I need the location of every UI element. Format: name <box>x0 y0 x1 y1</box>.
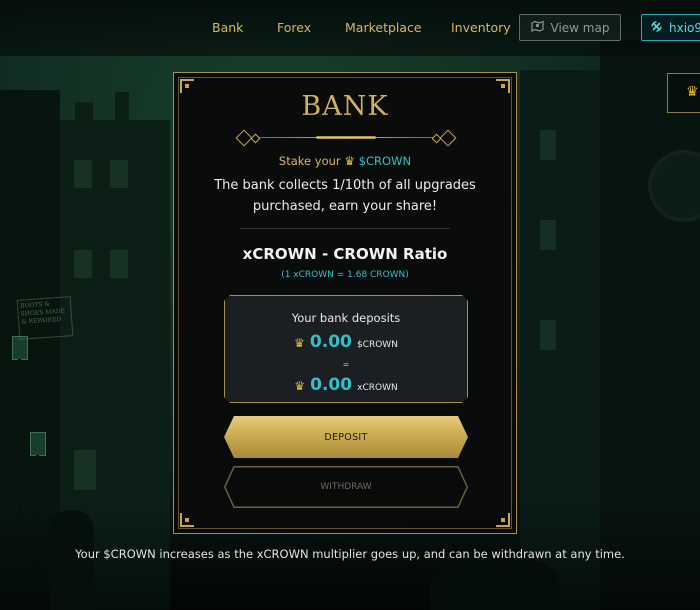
crown-deposit-unit: $CROWN <box>356 340 398 350</box>
side-crown-button[interactable]: ♛ <box>667 73 700 113</box>
map-icon <box>530 20 544 35</box>
xcrown-deposit-amount: 0.00 <box>310 375 353 395</box>
section-divider <box>240 228 450 229</box>
nav-link-bank[interactable]: Bank <box>212 20 243 35</box>
ornament-divider <box>235 129 457 147</box>
nav-link-marketplace[interactable]: Marketplace <box>345 20 422 35</box>
crown-deposit-amount: 0.00 <box>309 332 352 352</box>
street-lamp <box>30 432 46 610</box>
stake-prefix: Stake your <box>278 154 341 168</box>
crown-icon: ♛ <box>294 379 306 393</box>
view-map-button[interactable]: View map <box>519 14 621 41</box>
background-car <box>430 560 560 610</box>
crown-icon: ♛ <box>294 336 305 350</box>
xcrown-deposit-row: ♛ 0.00 xCROWN <box>225 375 467 395</box>
wallet-address: hxio9d <box>669 20 700 35</box>
equals-sign: = <box>342 360 350 369</box>
ratio-value: (1 xCROWN = 1.68 CROWN) <box>281 270 409 280</box>
nav-link-forex[interactable]: Forex <box>277 20 311 35</box>
withdraw-label: WITHDRAW <box>320 482 372 492</box>
crown-icon: ♛ <box>344 154 356 168</box>
wallet-button[interactable]: hxio9d <box>641 14 700 41</box>
bank-title: BANK <box>301 91 389 122</box>
top-navigation-bar: Bank Forex Marketplace Inventory View ma… <box>0 0 700 56</box>
ratio-title: xCROWN - CROWN Ratio <box>242 245 448 263</box>
xcrown-deposit-unit: xCROWN <box>357 383 398 393</box>
wallet-chain-icon <box>650 20 663 36</box>
bank-deposits-box: Your bank deposits ♛ 0.00 $CROWN = ♛ 0.0… <box>224 295 468 403</box>
stake-currency: $CROWN <box>358 154 412 168</box>
nav-link-inventory[interactable]: Inventory <box>451 20 511 35</box>
footer-note: Your $CROWN increases as the xCROWN mult… <box>75 547 625 561</box>
crown-icon: ♛ <box>686 84 699 100</box>
bank-panel: BANK Stake your ♛ $CROWN The bank collec… <box>173 72 517 534</box>
deposit-button[interactable]: DEPOSIT <box>224 416 468 458</box>
stake-heading: Stake your ♛ $CROWN <box>174 154 516 168</box>
view-map-label: View map <box>550 20 610 35</box>
street-lamp <box>12 336 28 519</box>
withdraw-button[interactable]: WITHDRAW <box>224 466 468 508</box>
bank-description: The bank collects 1/10th of all upgrades… <box>214 178 476 214</box>
crown-deposit-row: ♛ 0.00 $CROWN <box>225 332 467 352</box>
corner-ornament <box>496 513 510 527</box>
deposits-title: Your bank deposits <box>291 311 401 325</box>
shop-sign: BOOTS & SHOES MADE & REPAIRED <box>16 296 74 340</box>
corner-ornament <box>180 513 194 527</box>
